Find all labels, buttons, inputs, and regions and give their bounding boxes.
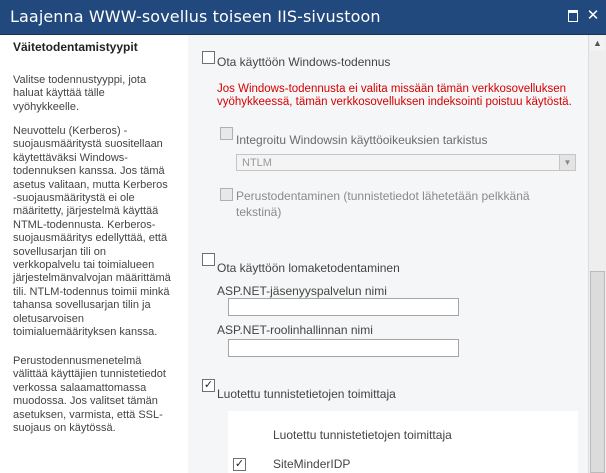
section-title: Väitetodentamistyypit [13,40,138,54]
provider-name-siteminderidp: SiteMinderIDP [273,457,351,471]
integrated-auth-select-value: NTLM [242,157,272,169]
trusted-provider-panel-title: Luotettu tunnistetietojen toimittaja [273,428,452,442]
window-title: Laajenna WWW-sovellus toiseen IIS-sivust… [10,7,381,26]
forms-auth-label: Ota käyttöön lomaketodentaminen [217,261,400,275]
role-manager-label: ASP.NET-roolinhallinnan nimi [217,323,373,337]
membership-provider-label: ASP.NET-jäsenyyspalvelun nimi [217,284,387,298]
windows-auth-checkbox[interactable] [202,51,215,64]
intro-text: Valitse todennustyyppi, jota haluat käyt… [13,74,147,113]
trusted-provider-panel: Luotettu tunnistetietojen toimittaja ✓ S… [228,411,578,473]
chevron-down-icon[interactable]: ▼ [559,155,575,170]
kerberos-text: Neuvottelu (Kerberos) -suojausmääritystä… [13,125,171,339]
scrollbar-thumb[interactable] [590,271,605,473]
basic-auth-text: Perustodennusmenetelmä välittää käyttäji… [13,355,166,435]
maximize-icon[interactable] [565,8,581,23]
integrated-auth-select[interactable]: NTLM ▼ [236,154,576,171]
trusted-provider-checkbox[interactable]: ✓ [202,379,215,392]
forms-auth-checkbox[interactable] [202,253,215,266]
close-icon[interactable]: ✕ [585,8,601,23]
basic-auth-label-line2: tekstinä) [236,205,282,219]
vertical-scrollbar[interactable]: ▲ [588,35,606,473]
role-manager-input[interactable] [228,339,459,357]
windows-auth-warning: Jos Windows-todennusta ei valita missään… [217,83,572,108]
membership-provider-input[interactable] [228,298,459,316]
description-pane: Väitetodentamistyypit Valitse todennusty… [0,35,188,473]
title-bar: Laajenna WWW-sovellus toiseen IIS-sivust… [0,0,606,35]
scroll-up-icon[interactable]: ▲ [590,35,605,51]
trusted-provider-label: Luotettu tunnistetietojen toimittaja [217,387,396,401]
integrated-auth-checkbox[interactable] [220,127,233,140]
windows-auth-label: Ota käyttöön Windows-todennus [217,55,391,69]
integrated-auth-label: Integroitu Windowsin käyttöoikeuksien ta… [236,133,488,147]
provider-checkbox-siteminderidp[interactable]: ✓ [233,458,246,471]
basic-auth-checkbox[interactable] [220,188,233,201]
basic-auth-label-line1: Perustodentaminen (tunnistetiedot lähete… [236,189,530,203]
